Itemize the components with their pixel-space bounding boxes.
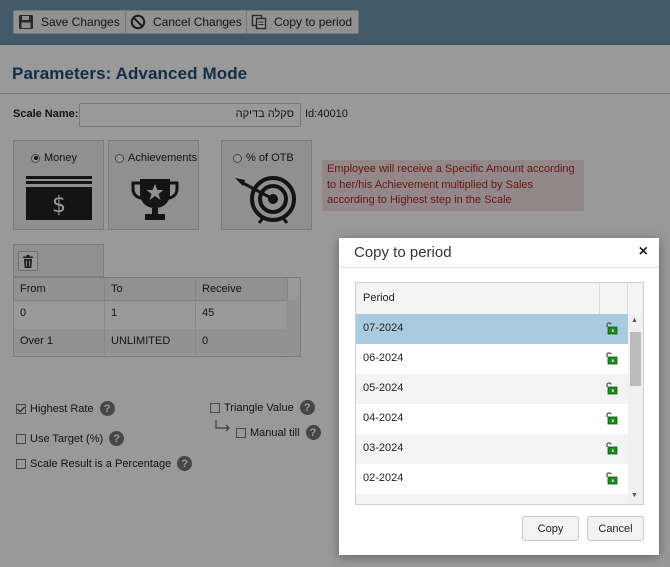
unlock-icon[interactable] xyxy=(604,321,618,335)
list-item[interactable]: 03-2024 xyxy=(356,434,628,464)
unlock-icon[interactable] xyxy=(604,471,618,485)
unlock-icon[interactable] xyxy=(604,411,618,425)
period-cell: 04-2024 xyxy=(363,412,404,424)
scroll-down-icon[interactable]: ▼ xyxy=(631,492,638,499)
cancel-button[interactable]: Cancel xyxy=(587,516,644,541)
copy-button[interactable]: Copy xyxy=(522,516,579,541)
period-grid: Period 07-2024 06-2024 05-2024 04-2024 0… xyxy=(355,282,644,505)
list-item[interactable]: 06-2024 xyxy=(356,344,628,374)
period-cell: 06-2024 xyxy=(363,352,404,364)
unlock-icon[interactable] xyxy=(604,441,618,455)
period-grid-scrollbar[interactable]: ▲ ▼ xyxy=(628,314,643,504)
period-grid-header: Period xyxy=(356,283,643,315)
list-item[interactable]: 04-2024 xyxy=(356,404,628,434)
list-item[interactable]: 07-2024 xyxy=(356,314,628,344)
list-item[interactable]: 02-2024 xyxy=(356,464,628,494)
unlock-icon[interactable] xyxy=(604,381,618,395)
dialog-divider xyxy=(339,267,659,268)
period-cell: 03-2024 xyxy=(363,442,404,454)
copy-to-period-dialog: Copy to period × Period 07-2024 06-2024 xyxy=(339,238,659,555)
period-cell: 07-2024 xyxy=(363,322,404,334)
close-icon[interactable]: × xyxy=(639,243,648,261)
column-divider xyxy=(627,283,628,314)
list-item-partial xyxy=(356,494,628,504)
scroll-up-icon[interactable]: ▲ xyxy=(631,317,638,324)
column-divider xyxy=(599,283,600,314)
period-cell: 05-2024 xyxy=(363,382,404,394)
dialog-title: Copy to period xyxy=(354,244,452,261)
period-column-header[interactable]: Period xyxy=(363,292,395,304)
scrollbar-thumb[interactable] xyxy=(630,332,641,386)
unlock-icon[interactable] xyxy=(604,351,618,365)
period-cell: 02-2024 xyxy=(363,472,404,484)
list-item[interactable]: 05-2024 xyxy=(356,374,628,404)
